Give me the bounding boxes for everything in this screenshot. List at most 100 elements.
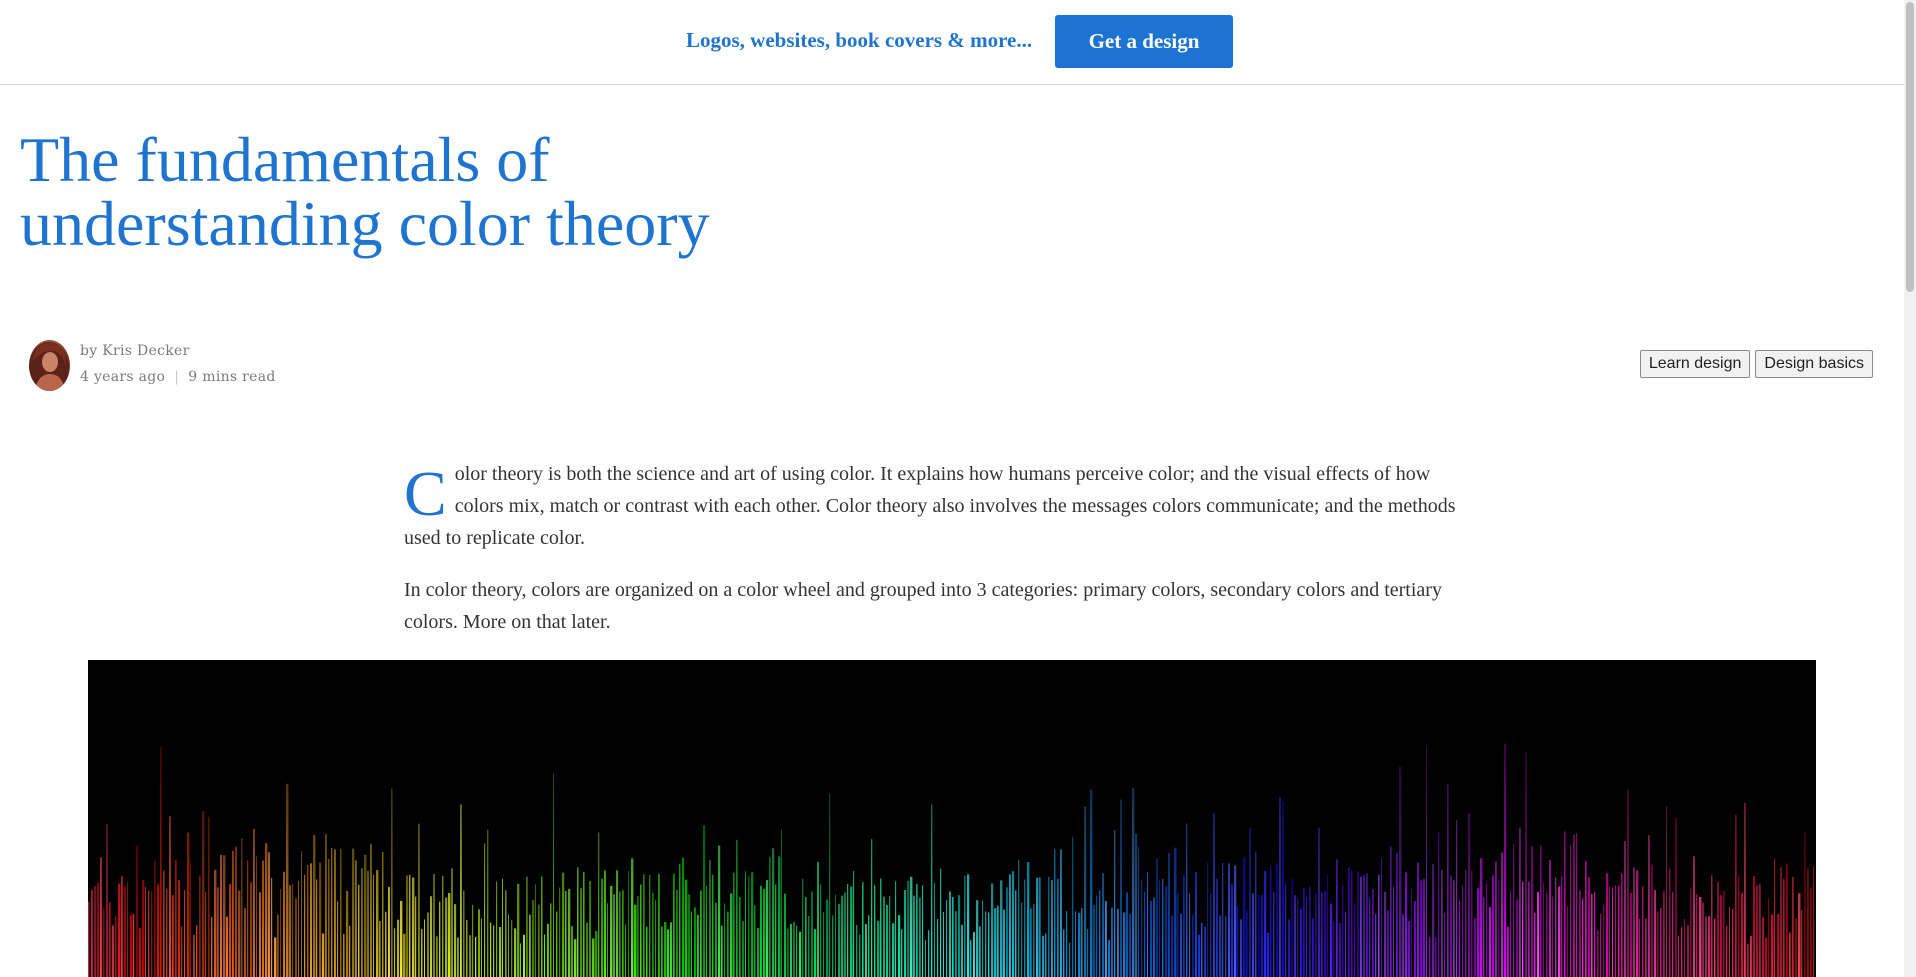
spectrum-bar	[232, 850, 234, 977]
spectrum-bar	[1546, 892, 1548, 977]
get-a-design-button[interactable]: Get a design	[1055, 15, 1233, 68]
spectrum-bar	[1078, 912, 1081, 977]
spectrum-bar	[616, 870, 619, 977]
spectrum-bar	[1153, 897, 1156, 977]
spectrum-bar	[1414, 900, 1416, 977]
spectrum-bar	[643, 874, 645, 977]
spectrum-bar	[1051, 880, 1053, 977]
spectrum-bar	[1141, 879, 1143, 977]
scrollbar-thumb[interactable]	[1906, 2, 1914, 292]
banner-tagline-link[interactable]: Logos, websites, book covers & more...	[686, 28, 1032, 53]
spectrum-bar	[208, 816, 210, 977]
spectrum-bar	[757, 928, 760, 977]
spectrum-bar	[523, 934, 526, 977]
spectrum-bar	[1165, 886, 1168, 977]
spectrum-bar	[1732, 908, 1734, 977]
spectrum-bar	[679, 863, 681, 977]
tag-learn-design[interactable]: Learn design	[1639, 350, 1751, 378]
spectrum-bar	[1408, 920, 1411, 977]
spectrum-bar	[961, 924, 964, 977]
spectrum-bar	[910, 876, 913, 977]
author-avatar[interactable]	[29, 340, 70, 391]
spectrum-bar	[1690, 887, 1692, 977]
spectrum-bar	[628, 871, 630, 977]
spectrum-bar	[1000, 880, 1003, 977]
spectrum-bar	[1099, 890, 1101, 977]
page-scrollbar[interactable]	[1904, 0, 1916, 977]
spectrum-bar	[940, 868, 942, 977]
spectrum-bar	[1441, 869, 1443, 977]
spectrum-bar	[1765, 937, 1768, 977]
spectrum-bar	[1678, 935, 1680, 977]
spectrum-bar	[205, 892, 207, 977]
spectrum-bar	[952, 897, 954, 977]
spectrum-bar	[463, 890, 465, 977]
spectrum-bar	[859, 934, 861, 977]
spectrum-bar	[811, 891, 814, 977]
spectrum-bar	[769, 856, 771, 977]
spectrum-bar	[1204, 926, 1207, 977]
spectrum-bar	[1054, 849, 1056, 977]
read-time: 9 mins read	[188, 369, 276, 385]
spectrum-bar	[217, 887, 219, 977]
spectrum-bar	[1789, 932, 1791, 977]
spectrum-bar	[1069, 942, 1071, 977]
spectrum-bar	[298, 880, 300, 977]
spectrum-bar	[967, 874, 970, 977]
spectrum-bar	[274, 937, 277, 977]
spectrum-bar	[184, 890, 186, 977]
spectrum-bar	[1285, 884, 1287, 977]
spectrum-bar	[1711, 875, 1713, 977]
spectrum-bar	[1423, 878, 1426, 977]
spectrum-bar	[361, 868, 363, 977]
spectrum-bar	[352, 848, 355, 977]
author-byline[interactable]: by Kris Decker	[80, 343, 190, 359]
tag-design-basics[interactable]: Design basics	[1755, 350, 1873, 378]
spectrum-bar	[418, 823, 420, 977]
spectrum-bar	[631, 858, 634, 977]
spectrum-bar	[1663, 891, 1665, 977]
spectrum-bar	[1276, 863, 1279, 977]
spectrum-bar	[607, 903, 609, 977]
spectrum-bar	[556, 911, 558, 977]
top-banner: Logos, websites, book covers & more... G…	[0, 0, 1904, 85]
spectrum-bar	[1348, 867, 1350, 977]
spectrum-bar	[655, 900, 657, 977]
spectrum-bar	[1531, 846, 1534, 977]
spectrum-bar	[1615, 885, 1617, 977]
spectrum-bar	[229, 884, 232, 977]
spectrum-bar	[613, 894, 616, 977]
spectrum-bar	[1750, 936, 1752, 977]
spectrum-bar	[805, 896, 807, 977]
spectrum-bar	[1438, 832, 1440, 977]
spectrum-bar	[322, 933, 325, 977]
spectrum-bar	[937, 919, 939, 977]
spectrum-bar	[1327, 874, 1329, 977]
spectrum-bar	[1339, 923, 1342, 977]
spectrum-bar	[1624, 840, 1626, 977]
spectrum-bar	[1135, 833, 1138, 977]
spectrum-bar	[637, 896, 639, 977]
spectrum-bar	[1186, 823, 1188, 977]
spectrum-bar	[406, 875, 409, 977]
spectrum-bar	[193, 934, 195, 977]
spectrum-bar	[88, 901, 90, 977]
spectrum-bar	[724, 903, 726, 977]
spectrum-bar	[448, 893, 451, 977]
spectrum-bar	[316, 879, 318, 977]
spectrum-bar	[934, 883, 936, 977]
spectrum-bar	[397, 919, 400, 977]
spectrum-bar	[1282, 801, 1284, 977]
spectrum-bar	[1582, 898, 1584, 977]
spectrum-bar	[484, 843, 486, 977]
spectrum-bar	[427, 912, 429, 977]
spectrum-bar	[1552, 896, 1554, 977]
spectrum-bar	[1603, 904, 1605, 977]
spectrum-bar	[1447, 783, 1449, 977]
spectrum-bar	[583, 871, 585, 977]
spectrum-bar	[319, 862, 322, 977]
spectrum-bar	[91, 890, 93, 977]
spectrum-bar	[1279, 796, 1281, 977]
spectrum-bar	[1534, 912, 1536, 977]
spectrum-bar	[733, 872, 735, 977]
